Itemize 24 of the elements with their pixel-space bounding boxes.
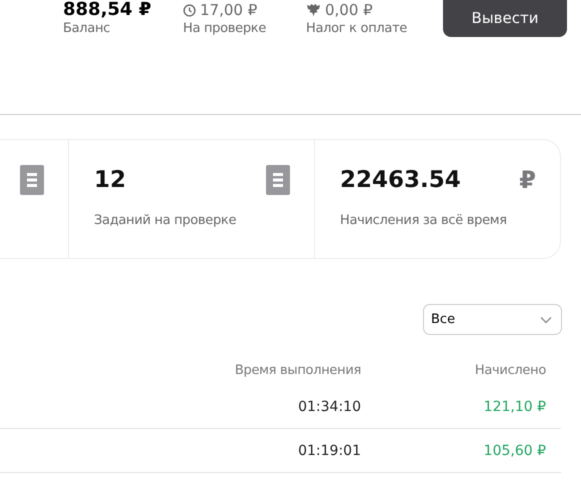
tax-value: 0,00 ₽	[325, 0, 373, 20]
clock-icon	[183, 4, 196, 16]
stat-value: 12	[94, 167, 126, 193]
tax-label: Налог к оплате	[306, 20, 408, 38]
stat-label: Заданий на проверке	[94, 213, 238, 228]
withdraw-button[interactable]: Вывести	[443, 0, 567, 37]
pending-value: 17,00 ₽	[200, 0, 258, 20]
document-icon	[20, 165, 44, 195]
document-icon	[266, 165, 290, 195]
balance-label: Баланс	[63, 20, 112, 38]
pending-label: На проверке	[183, 20, 268, 38]
filter-dropdown[interactable]: Все	[423, 304, 562, 335]
table-cell-text: 121,10 ₽	[482, 398, 546, 414]
table-cell-text: 105,60 ₽	[482, 442, 546, 458]
balance-value: 888,54 ₽	[63, 0, 152, 20]
table-cell-text: 01:19:01	[297, 442, 361, 458]
emblem-icon	[306, 3, 321, 17]
stat-value: 22463.54	[340, 167, 461, 193]
ruble-icon: ₽	[519, 166, 536, 194]
chevron-icon	[540, 316, 552, 324]
table-cell-text: 01:34:10	[297, 398, 361, 414]
stat-label: Начисления за всё время	[340, 213, 508, 228]
column-header: Время выполнения	[234, 363, 361, 380]
column-header: Начислено	[474, 363, 546, 380]
